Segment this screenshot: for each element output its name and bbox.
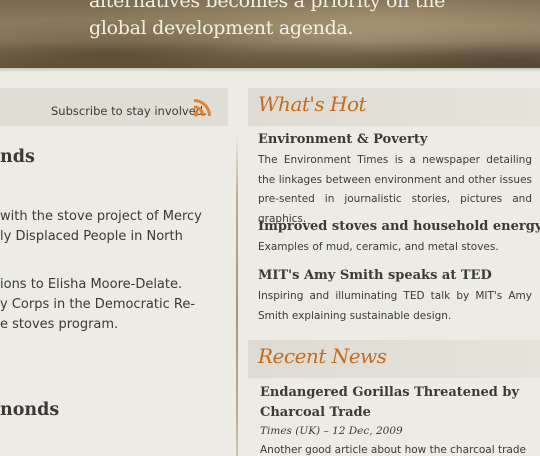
left-paragraph-1: with the stove project of Mercy ly Displ… [0,207,215,247]
banner-tagline: alternatives becomes a priority on the g… [89,0,445,42]
recent-news-title: Recent News [258,344,387,368]
header-banner: alternatives becomes a priority on the g… [0,0,540,68]
left-section-heading: nonds [0,400,60,420]
hot-item-desc: The Environment Times is a newspaper det… [258,154,532,225]
hot-item-title[interactable]: MIT's Amy Smith speaks at TED [258,268,492,283]
left-section-heading: nds [0,147,35,167]
news-item-desc: Another good article about how the charc… [260,444,526,456]
hot-item-title[interactable]: Environment & Poverty [258,132,427,147]
left-paragraph-line: ly Displaced People in North [0,229,183,244]
banner-line-2: global development agenda. [89,17,354,39]
news-item-meta: Times (UK) – 12 Dec, 2009 [260,425,403,437]
news-item-title[interactable]: Endangered Gorillas Threatened by Charco… [260,383,520,423]
whats-hot-title: What's Hot [258,92,367,116]
left-paragraph-line: y Corps in the Democratic Re- [0,297,196,312]
left-paragraph-line: with the stove project of Mercy [0,209,202,224]
hot-item-desc: Examples of mud, ceramic, and metal stov… [258,241,499,253]
hot-item-title[interactable]: Improved stoves and household energy [258,219,540,234]
column-divider [236,135,238,456]
hot-item-desc: Inspiring and illuminating TED talk by M… [258,290,532,322]
rss-icon[interactable] [192,98,212,118]
recent-news-header: Recent News [248,340,540,378]
left-paragraph-line: e stoves program. [0,317,119,332]
whats-hot-header: What's Hot [248,88,540,126]
subscribe-link[interactable]: Subscribe to stay involved. [51,104,207,118]
left-paragraph-2: ions to Elisha Moore-Delate. y Corps in … [0,275,215,335]
banner-line-1: alternatives becomes a priority on the [89,0,446,12]
left-paragraph-line: ions to Elisha Moore-Delate. [0,277,183,292]
banner-edge [0,68,540,72]
